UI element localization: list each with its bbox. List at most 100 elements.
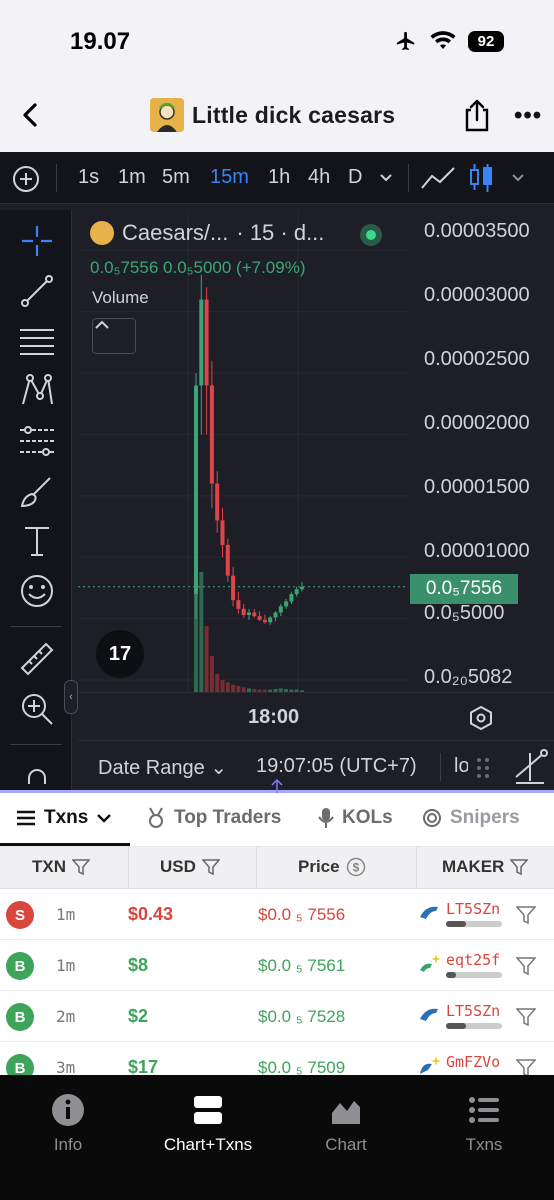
txn-age: 3m (56, 1058, 76, 1075)
volume-bar (225, 682, 230, 692)
crosshair-icon[interactable] (18, 222, 56, 260)
share-icon[interactable] (460, 98, 494, 132)
more-icon[interactable]: ••• (514, 102, 542, 130)
candle-body (220, 520, 225, 545)
trend-line-icon[interactable] (18, 272, 56, 310)
price-chart[interactable]: Caesars/... · 15 · d... 0.0₅7556 0.0₅500… (78, 210, 554, 740)
y-tick-label: 0.00001500 (424, 476, 530, 498)
txn-tabs: Txns Top Traders KOLs Snipers (0, 793, 554, 847)
maker-address[interactable]: LT5SZn (446, 900, 500, 918)
maker-balance-bar (446, 1023, 502, 1029)
text-tool-icon[interactable] (18, 522, 56, 560)
collapse-sidebar-handle[interactable]: ‹ (64, 680, 78, 714)
tabbar-chart-txns[interactable]: Chart+Txns (143, 1093, 273, 1155)
tab-top-traders[interactable]: Top Traders (146, 807, 281, 829)
txn-type-badge: B (6, 952, 34, 980)
timeframe-1m[interactable]: 1m (118, 166, 146, 189)
timeframe-15m[interactable]: 15m (210, 166, 249, 189)
timeframe-5m[interactable]: 5m (162, 166, 190, 189)
sidebar-divider (10, 626, 62, 627)
volume-bar (209, 656, 214, 692)
column-header-label: MAKER (442, 857, 505, 876)
tab-snipers[interactable]: Snipers (422, 807, 520, 829)
filter-maker-icon[interactable] (516, 1007, 536, 1027)
table-row[interactable]: B 3m $17 $0.0 ₅ 7509 GmFZVo (0, 1042, 554, 1075)
timeframe-1s[interactable]: 1s (78, 166, 99, 189)
tabbar-info[interactable]: Info (3, 1093, 133, 1155)
filter-icon[interactable] (201, 858, 220, 876)
dolphin-icon (420, 1008, 438, 1021)
current-price-tag: 0.0₅7556 (410, 574, 518, 604)
txn-usd: $17 (128, 1057, 159, 1075)
add-indicator-icon[interactable] (12, 165, 40, 193)
tab-kols[interactable]: KOLs (318, 807, 393, 829)
candle-body (289, 594, 294, 602)
timeframe-chevron-down-icon[interactable] (378, 172, 394, 184)
y-tick-label: 0.00002500 (424, 348, 530, 370)
timeframe-1h[interactable]: 1h (268, 166, 290, 189)
maker-address[interactable]: LT5SZn (446, 1002, 500, 1020)
candle-body (241, 608, 246, 615)
status-time: 19.07 (70, 28, 131, 55)
volume-bar (220, 680, 225, 692)
volume-bar (231, 684, 236, 692)
chart-toolbar: 1s 1m 5m 15m 1h 4h D (0, 152, 554, 204)
column-header-price[interactable]: Price $ (298, 857, 366, 877)
area-chart-icon (332, 1101, 360, 1124)
table-row[interactable]: S 1m $0.43 $0.0 ₅ 7556 LT5SZn (0, 889, 554, 940)
filter-maker-icon[interactable] (516, 1058, 536, 1075)
tab-txns[interactable]: Txns (16, 807, 112, 829)
line-chart-type-icon[interactable] (420, 164, 456, 192)
resize-grip[interactable] (468, 741, 554, 793)
chevron-down-icon (97, 814, 112, 823)
filter-maker-icon[interactable] (516, 956, 536, 976)
y-tick-label: 0.0₂₀5082 (424, 666, 513, 688)
tab-label: Txns (44, 807, 89, 828)
table-row[interactable]: B 2m $2 $0.0 ₅ 7528 LT5SZn (0, 991, 554, 1042)
candlestick-type-icon[interactable] (468, 162, 494, 194)
txn-price: $0.0 ₅ 7561 (258, 956, 346, 975)
timeframe-d[interactable]: D (348, 166, 362, 189)
emoji-icon[interactable] (18, 572, 56, 610)
drag-dots-icon (477, 758, 489, 778)
filter-icon[interactable] (510, 858, 529, 876)
dollar-toggle-icon[interactable]: $ (346, 857, 366, 877)
tabbar-label: Txns (465, 1135, 503, 1154)
candle-body (225, 544, 230, 576)
candle-body (209, 385, 214, 484)
column-header-txn[interactable]: TXN (32, 857, 90, 877)
collapse-indicators-button[interactable] (92, 318, 136, 354)
sparkle-fish-icon (420, 954, 441, 972)
pattern-tool-icon[interactable] (18, 372, 56, 410)
date-range-select[interactable]: Date Range ⌄ (98, 755, 227, 780)
column-header-label: Price (298, 857, 340, 876)
medal-icon (149, 807, 163, 828)
txn-price: $0.0 ₅ 7528 (258, 1007, 346, 1026)
back-chevron-icon[interactable] (16, 100, 46, 130)
candle-body (268, 617, 273, 623)
maker-address[interactable]: eqt25f (446, 951, 500, 969)
filter-maker-icon[interactable] (516, 905, 536, 925)
chevron-down-icon: ⌄ (210, 757, 228, 779)
measure-icon[interactable] (512, 747, 548, 787)
timeframe-4h[interactable]: 4h (308, 166, 330, 189)
chart-type-chevron-down-icon[interactable] (510, 172, 526, 184)
fib-retracement-icon[interactable] (18, 422, 56, 460)
zoom-in-icon[interactable] (18, 690, 56, 728)
column-divider (256, 847, 257, 889)
tabbar-chart[interactable]: Chart (281, 1093, 411, 1155)
filter-icon[interactable] (72, 858, 90, 876)
brush-icon[interactable] (18, 472, 56, 510)
table-row[interactable]: B 1m $8 $0.0 ₅ 7561 eqt25f (0, 940, 554, 991)
bottom-tab-bar: Info Chart+Txns Chart Txns (0, 1075, 554, 1200)
settings-hex-icon[interactable] (468, 705, 494, 731)
tabbar-txns[interactable]: Txns (419, 1093, 549, 1155)
column-header-label: USD (160, 857, 196, 876)
column-header-usd[interactable]: USD (160, 857, 220, 877)
tradingview-logo[interactable]: 17 (96, 630, 144, 678)
maker-address[interactable]: GmFZVo (446, 1053, 500, 1071)
horizontal-lines-icon[interactable] (18, 322, 56, 360)
ruler-icon[interactable] (18, 640, 56, 678)
volume-bar (204, 626, 209, 692)
column-header-maker[interactable]: MAKER (442, 857, 529, 877)
